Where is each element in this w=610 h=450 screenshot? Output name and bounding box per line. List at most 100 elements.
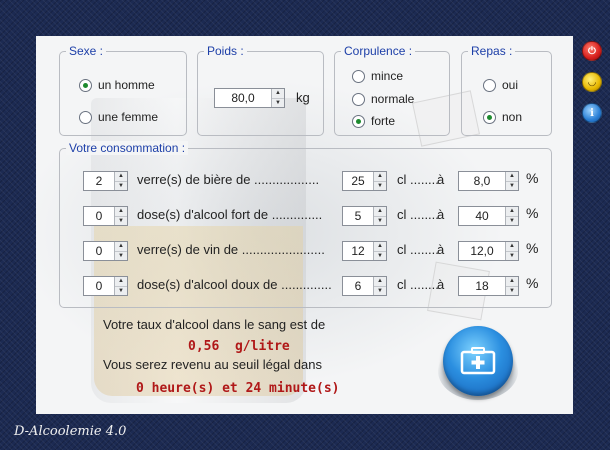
radio-non[interactable]: non bbox=[483, 110, 522, 124]
spin-down-icon[interactable]: ▼ bbox=[506, 250, 518, 261]
biere-degree-spinner[interactable]: 8,0 ▲ ▼ bbox=[458, 171, 519, 191]
alcool-doux-quantity-value[interactable]: 0 bbox=[84, 277, 114, 295]
app-title-footer: D-Alcoolemie 4.0 bbox=[14, 424, 127, 439]
radio-oui[interactable]: oui bbox=[483, 78, 518, 92]
radio-mince[interactable]: mince bbox=[352, 69, 403, 83]
alcool-fort-degree-spinner[interactable]: 40 ▲ ▼ bbox=[458, 206, 519, 226]
radio-label: un homme bbox=[98, 78, 155, 92]
spin-up-icon[interactable]: ▲ bbox=[374, 277, 386, 286]
spinner-arrows[interactable]: ▲ ▼ bbox=[373, 277, 386, 295]
alcool-doux-degree-value[interactable]: 18 bbox=[459, 277, 505, 295]
spin-up-icon[interactable]: ▲ bbox=[115, 207, 127, 216]
vin-degree-spinner[interactable]: 12,0 ▲ ▼ bbox=[458, 241, 519, 261]
radio-forte[interactable]: forte bbox=[352, 114, 395, 128]
spin-up-icon[interactable]: ▲ bbox=[374, 207, 386, 216]
alcool-fort-degree-value[interactable]: 40 bbox=[459, 207, 505, 225]
radio-indicator bbox=[352, 69, 365, 83]
close-button[interactable]: ⏻ bbox=[582, 41, 602, 61]
spin-down-icon[interactable]: ▼ bbox=[374, 250, 386, 261]
spinner-arrows[interactable]: ▲ ▼ bbox=[271, 89, 284, 107]
spin-up-icon[interactable]: ▲ bbox=[272, 89, 284, 98]
radio-label: non bbox=[502, 110, 523, 124]
minimize-button[interactable]: ◡ bbox=[582, 72, 602, 92]
vin-cl-value[interactable]: 12 bbox=[343, 242, 373, 260]
spin-down-icon[interactable]: ▼ bbox=[115, 180, 127, 191]
radio-normale[interactable]: normale bbox=[352, 92, 414, 106]
info-button[interactable]: i bbox=[582, 103, 602, 123]
spinner-arrows[interactable]: ▲ ▼ bbox=[373, 242, 386, 260]
vin-degree-value[interactable]: 12,0 bbox=[459, 242, 505, 260]
alcool-doux-cl-spinner[interactable]: 6 ▲ ▼ bbox=[342, 276, 387, 296]
poids-spinner[interactable]: 80,0 ▲ ▼ bbox=[214, 88, 285, 108]
radio-label: forte bbox=[371, 114, 396, 128]
radio-un-homme[interactable]: un homme bbox=[79, 78, 155, 92]
radio-indicator bbox=[483, 78, 496, 92]
alcool-doux-degree-spinner[interactable]: 18 ▲ ▼ bbox=[458, 276, 519, 296]
spinner-arrows[interactable]: ▲ ▼ bbox=[114, 172, 127, 190]
spinner-arrows[interactable]: ▲ ▼ bbox=[505, 207, 518, 225]
biere-quantity-value[interactable]: 2 bbox=[84, 172, 114, 190]
calculate-button[interactable] bbox=[443, 326, 513, 396]
spin-up-icon[interactable]: ▲ bbox=[506, 242, 518, 251]
alcohol-rate-value: 0,56 g/litre bbox=[188, 339, 290, 354]
vin-label: verre(s) de vin de .....................… bbox=[137, 242, 325, 257]
spin-down-icon[interactable]: ▼ bbox=[272, 97, 284, 108]
radio-une-femme[interactable]: une femme bbox=[79, 110, 158, 124]
biere-degree-value[interactable]: 8,0 bbox=[459, 172, 505, 190]
percent-label: % bbox=[526, 240, 539, 256]
spin-down-icon[interactable]: ▼ bbox=[115, 215, 127, 226]
spin-down-icon[interactable]: ▼ bbox=[115, 285, 127, 296]
biere-cl-spinner[interactable]: 25 ▲ ▼ bbox=[342, 171, 387, 191]
spinner-arrows[interactable]: ▲ ▼ bbox=[505, 277, 518, 295]
alcool-doux-cl-value[interactable]: 6 bbox=[343, 277, 373, 295]
spin-down-icon[interactable]: ▼ bbox=[374, 215, 386, 226]
spinner-arrows[interactable]: ▲ ▼ bbox=[114, 207, 127, 225]
alcool-doux-quantity-spinner[interactable]: 0 ▲ ▼ bbox=[83, 276, 128, 296]
return-duration-value: 0 heure(s) et 24 minute(s) bbox=[136, 381, 340, 396]
spin-down-icon[interactable]: ▼ bbox=[374, 285, 386, 296]
alcool-fort-cl-value[interactable]: 5 bbox=[343, 207, 373, 225]
spin-up-icon[interactable]: ▲ bbox=[506, 277, 518, 286]
alcool-fort-quantity-value[interactable]: 0 bbox=[84, 207, 114, 225]
spin-down-icon[interactable]: ▼ bbox=[506, 285, 518, 296]
spin-up-icon[interactable]: ▲ bbox=[374, 242, 386, 251]
a-label: à bbox=[437, 207, 445, 222]
radio-indicator bbox=[79, 110, 92, 124]
spin-up-icon[interactable]: ▲ bbox=[506, 207, 518, 216]
percent-label: % bbox=[526, 170, 539, 186]
spin-up-icon[interactable]: ▲ bbox=[374, 172, 386, 181]
spin-up-icon[interactable]: ▲ bbox=[115, 242, 127, 251]
radio-label: normale bbox=[371, 92, 415, 106]
spin-up-icon[interactable]: ▲ bbox=[506, 172, 518, 181]
biere-cl-value[interactable]: 25 bbox=[343, 172, 373, 190]
spinner-arrows[interactable]: ▲ ▼ bbox=[505, 172, 518, 190]
consommation-group-title: Votre consommation : bbox=[66, 141, 189, 155]
repas-group-title: Repas : bbox=[468, 44, 516, 58]
percent-label: % bbox=[526, 205, 539, 221]
vin-cl-spinner[interactable]: 12 ▲ ▼ bbox=[342, 241, 387, 261]
spin-up-icon[interactable]: ▲ bbox=[115, 277, 127, 286]
biere-label: verre(s) de bière de .................. bbox=[137, 172, 320, 187]
spinner-arrows[interactable]: ▲ ▼ bbox=[114, 242, 127, 260]
spinner-arrows[interactable]: ▲ ▼ bbox=[505, 242, 518, 260]
spinner-arrows[interactable]: ▲ ▼ bbox=[373, 172, 386, 190]
radio-label: mince bbox=[371, 69, 404, 83]
sexe-group: Sexe : un homme une femme bbox=[59, 44, 187, 136]
spin-down-icon[interactable]: ▼ bbox=[506, 180, 518, 191]
alcool-fort-cl-spinner[interactable]: 5 ▲ ▼ bbox=[342, 206, 387, 226]
corpulence-group-title: Corpulence : bbox=[341, 44, 416, 58]
vin-quantity-spinner[interactable]: 0 ▲ ▼ bbox=[83, 241, 128, 261]
vin-quantity-value[interactable]: 0 bbox=[84, 242, 114, 260]
spin-up-icon[interactable]: ▲ bbox=[115, 172, 127, 181]
spin-down-icon[interactable]: ▼ bbox=[506, 215, 518, 226]
spinner-arrows[interactable]: ▲ ▼ bbox=[373, 207, 386, 225]
poids-value[interactable]: 80,0 bbox=[215, 89, 271, 107]
spin-down-icon[interactable]: ▼ bbox=[374, 180, 386, 191]
power-icon: ⏻ bbox=[588, 45, 596, 57]
alcool-fort-quantity-spinner[interactable]: 0 ▲ ▼ bbox=[83, 206, 128, 226]
info-icon: i bbox=[590, 107, 594, 119]
poids-unit: kg bbox=[296, 90, 310, 105]
spinner-arrows[interactable]: ▲ ▼ bbox=[114, 277, 127, 295]
spin-down-icon[interactable]: ▼ bbox=[115, 250, 127, 261]
biere-quantity-spinner[interactable]: 2 ▲ ▼ bbox=[83, 171, 128, 191]
